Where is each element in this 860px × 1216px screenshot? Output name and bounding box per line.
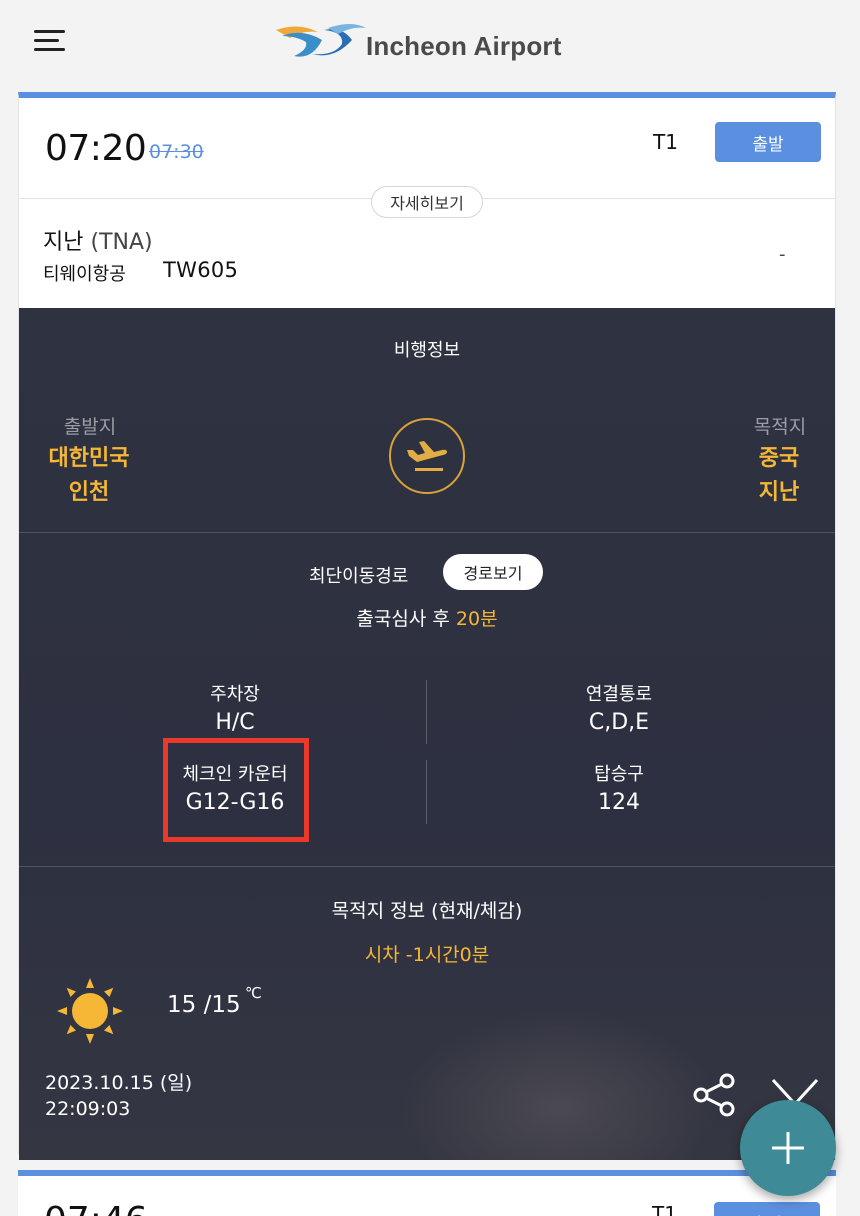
next-status-badge[interactable]: 출발 — [714, 1202, 820, 1216]
destination-name: 지난 — [43, 230, 84, 255]
gate-placeholder: - — [779, 244, 786, 265]
connection-label: 연결통로 — [585, 684, 653, 705]
arrival-city: 지난 — [758, 480, 800, 505]
divider — [19, 532, 835, 533]
next-departure-time: 07:46 — [44, 1200, 148, 1216]
arrival-label: 목적지 — [753, 416, 807, 438]
departure-label: 출발지 — [63, 416, 117, 438]
divider — [426, 760, 427, 824]
airport-logo-icon — [276, 24, 366, 57]
temperature-unit: ℃ — [245, 984, 262, 1002]
menu-icon[interactable] — [34, 28, 66, 52]
share-icon[interactable] — [691, 1072, 737, 1118]
departure-place: 대한민국 인천 — [29, 442, 149, 510]
temperature: 15 /15 — [167, 992, 241, 1018]
next-terminal-label: T1 — [652, 1202, 677, 1216]
destination-code: (TNA) — [90, 230, 153, 255]
departure-country: 대한민국 — [48, 446, 130, 471]
detail-button[interactable]: 자세히보기 — [371, 186, 483, 218]
plane-takeoff-icon — [389, 418, 465, 494]
departure-time: 07:20 — [45, 128, 147, 169]
flight-number: TW605 — [163, 258, 239, 282]
departure-city: 인천 — [68, 480, 110, 505]
flight-card: 07:20 07:30 T1 출발 자세히보기 지난 (TNA) 티웨이항공 T… — [18, 92, 836, 1160]
add-button[interactable] — [740, 1100, 836, 1196]
checkin-highlight-box — [163, 738, 309, 842]
local-time: 22:09:03 — [45, 1098, 131, 1120]
terminal-label: T1 — [653, 130, 678, 154]
arrival-country: 중국 — [758, 446, 800, 471]
airline-name: 티웨이항공 — [43, 264, 126, 285]
boarding-gate-value: 124 — [598, 790, 640, 815]
destination-info-title: 목적지 정보 (현재/체감) — [331, 900, 523, 922]
app-header: Incheon Airport — [0, 0, 860, 92]
route-label: 최단이동경로 — [309, 566, 409, 587]
scheduled-time: 07:30 — [149, 141, 204, 163]
divider — [426, 680, 427, 744]
connection-value: C,D,E — [588, 710, 650, 735]
route-summary-prefix: 출국심사 후 — [356, 608, 456, 630]
plus-icon — [772, 1132, 804, 1164]
flight-time-row: 07:20 07:30 T1 출발 — [19, 98, 835, 198]
destination: 지난 (TNA) — [43, 224, 153, 256]
route-summary-duration: 20분 — [455, 608, 498, 630]
sun-icon — [57, 978, 123, 1044]
parking-value: H/C — [215, 710, 255, 735]
time-difference: 시차 -1시간0분 — [364, 944, 490, 966]
divider — [19, 866, 835, 867]
next-flight-card[interactable]: 07:46 T1 출발 — [18, 1170, 836, 1216]
flight-info-panel: 비행정보 출발지 대한민국 인천 목적지 중국 지난 최단이동경로 경로보기 출… — [19, 308, 835, 1160]
flight-info-title: 비행정보 — [393, 340, 461, 361]
local-date: 2023.10.15 (일) — [45, 1072, 193, 1094]
boarding-gate-label: 탑승구 — [594, 764, 644, 785]
route-summary: 출국심사 후 20분 — [19, 604, 835, 631]
parking-label: 주차장 — [210, 684, 260, 705]
arrival-place: 중국 지난 — [719, 442, 835, 510]
incheon-airport-logo[interactable]: Incheon Airport — [272, 18, 562, 68]
status-badge[interactable]: 출발 — [715, 122, 821, 162]
route-view-button[interactable]: 경로보기 — [443, 554, 543, 590]
logo-text: Incheon Airport — [366, 30, 562, 61]
